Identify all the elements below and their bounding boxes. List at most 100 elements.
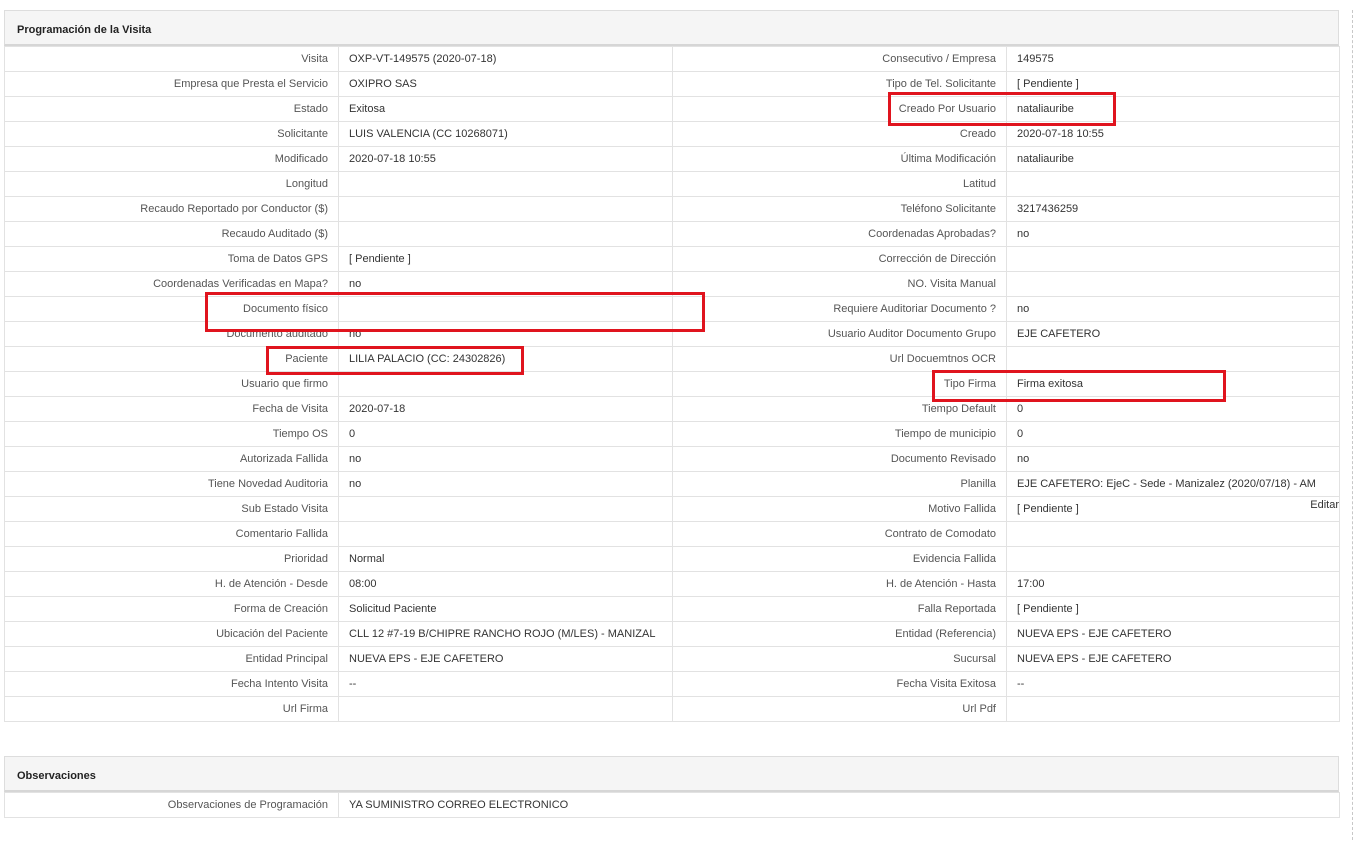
field-label: Motivo Fallida [672,496,1007,522]
field-label: Paciente [4,346,339,372]
field-value: [ Pendiente ] [338,246,673,272]
field-label: Empresa que Presta el Servicio [4,71,339,97]
field-label: Última Modificación [672,146,1007,172]
field-label: Modificado [4,146,339,172]
field-label: Latitud [672,171,1007,197]
observaciones-panel: Observaciones Observaciones de Programac… [4,756,1340,818]
field-label: Creado [672,121,1007,147]
field-label: Prioridad [4,546,339,572]
table-row: Longitud Latitud [4,171,1340,197]
field-value: 0 [1006,396,1340,422]
field-value [1006,521,1340,547]
field-label: Requiere Auditoriar Documento ? [672,296,1007,322]
table-row: Autorizada Fallida no Documento Revisado … [4,446,1340,472]
field-value [1006,271,1340,297]
field-value: -- [1006,671,1340,697]
table-row: H. de Atención - Desde 08:00 H. de Atenció… [4,571,1340,597]
table-row: Comentario Fallida Contrato de Comodato [4,521,1340,547]
field-label: Visita [4,46,339,72]
field-label: Forma de Creación [4,596,339,622]
field-value: no [1006,296,1340,322]
field-value: no [338,271,673,297]
table-row: Documento auditado no Usuario Auditor Doc… [4,321,1340,347]
field-value [338,196,673,222]
table-row: Documento físico Requiere Auditoriar Docu… [4,296,1340,322]
field-label: Observaciones de Programación [4,792,339,818]
field-value: Solicitud Paciente [338,596,673,622]
field-label: Tiene Novedad Auditoria [4,471,339,497]
field-label: Corrección de Dirección [672,246,1007,272]
field-label: Evidencia Fallida [672,546,1007,572]
field-value: EJE CAFETERO: EjeC - Sede - Manizalez (2… [1006,471,1340,511]
table-row: Forma de Creación Solicitud Paciente Falla… [4,596,1340,622]
field-value [338,521,673,547]
table-row: Ubicación del Paciente CLL 12 #7-19 B/CHI… [4,621,1340,647]
field-value: YA SUMINISTRO CORREO ELECTRONICO [338,792,1340,818]
field-value: nataliauribe [1006,96,1340,122]
field-label: Toma de Datos GPS [4,246,339,272]
field-value: no [1006,221,1340,247]
field-value: Firma exitosa [1006,371,1340,397]
field-value [338,696,673,722]
field-value [338,371,673,397]
field-value: no [338,446,673,472]
field-label: Documento físico [4,296,339,322]
table-row: Sub Estado Visita Motivo Fallida[ Pendien… [4,496,1340,522]
field-label: Autorizada Fallida [4,446,339,472]
field-label: Comentario Fallida [4,521,339,547]
field-value: CLL 12 #7-19 B/CHIPRE RANCHO ROJO (M/LES… [338,621,673,647]
field-label: Longitud [4,171,339,197]
observaciones-table: Observaciones de Programación YA SUMINIS… [4,792,1340,818]
table-row: Fecha de Visita 2020-07-18 Tiempo Default… [4,396,1340,422]
field-label: H. de Atención - Hasta [672,571,1007,597]
field-label: Ubicación del Paciente [4,621,339,647]
field-value: LUIS VALENCIA (CC 10268071) [338,121,673,147]
field-value: EJE CAFETERO [1006,321,1340,347]
field-label: Url Firma [4,696,339,722]
table-row: Solicitante LUIS VALENCIA (CC 10268071) Cr… [4,121,1340,147]
field-label: Tiempo Default [672,396,1007,422]
field-label: Url Docuemtnos OCR [672,346,1007,372]
table-row: Recaudo Reportado por Conductor ($) Teléf… [4,196,1340,222]
field-value: 3217436259 [1006,196,1340,222]
programacion-panel: Programación de la Visita Visita OXP-VT-1… [4,10,1340,722]
field-label: Recaudo Reportado por Conductor ($) [4,196,339,222]
observaciones-title: Observaciones [4,756,1339,792]
field-label: Tipo de Tel. Solicitante [672,71,1007,97]
field-value: no [338,471,673,497]
field-label: Coordenadas Aprobadas? [672,221,1007,247]
page-scroll-guide [1352,10,1354,840]
field-label: Documento Revisado [672,446,1007,472]
field-value: no [338,321,673,347]
field-value: nataliauribe [1006,146,1340,172]
table-row: Paciente LILIA PALACIO (CC: 24302826) Url … [4,346,1340,372]
field-label: Estado [4,96,339,122]
field-value: -- [338,671,673,697]
field-label: H. de Atención - Desde [4,571,339,597]
field-label: Url Pdf [672,696,1007,722]
field-label: Tipo Firma [672,371,1007,397]
editar-link[interactable]: Editar [1310,499,1339,511]
field-value: OXIPRO SAS [338,71,673,97]
table-row: Estado Exitosa Creado Por Usuario nataliaur… [4,96,1340,122]
programacion-table: Visita OXP-VT-149575 (2020-07-18) Consecut… [4,46,1340,722]
field-label: Coordenadas Verificadas en Mapa? [4,271,339,297]
field-label: Documento auditado [4,321,339,347]
field-value: 0 [1006,421,1340,447]
field-value: 08:00 [338,571,673,597]
field-value: OXP-VT-149575 (2020-07-18) [338,46,673,72]
field-value: NUEVA EPS - EJE CAFETERO [1006,646,1340,672]
field-label: Usuario Auditor Documento Grupo [672,321,1007,347]
field-value [1006,246,1340,272]
table-row: Tiempo OS 0 Tiempo de municipio 0 [4,421,1340,447]
field-label: Creado Por Usuario [672,96,1007,122]
field-value: [ Pendiente ] [1006,496,1340,522]
field-value: [ Pendiente ] [1006,596,1340,622]
table-row: Empresa que Presta el Servicio OXIPRO SAS… [4,71,1340,97]
field-value: [ Pendiente ] [1006,71,1340,97]
field-value [338,296,673,322]
field-value: 17:00 [1006,571,1340,597]
table-row: Fecha Intento Visita -- Fecha Visita Exit… [4,671,1340,697]
field-value [1006,696,1340,722]
table-row: Url Firma Url Pdf [4,696,1340,722]
